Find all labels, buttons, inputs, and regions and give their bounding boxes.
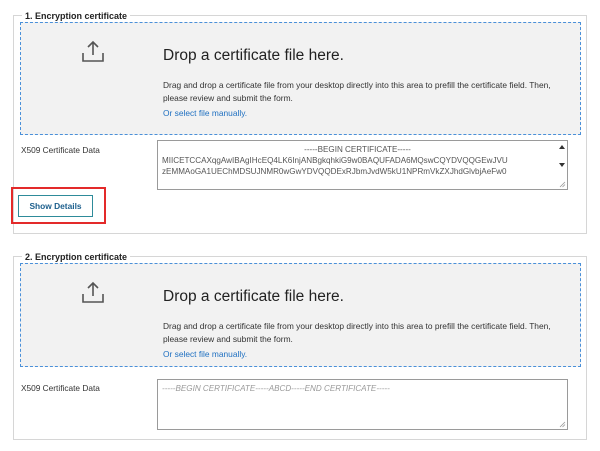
- certificate-dropzone-2[interactable]: Drop a certificate file here. Drag and d…: [20, 263, 581, 367]
- scroll-down-arrow-icon[interactable]: [559, 163, 565, 167]
- x509-certificate-textarea[interactable]: -----BEGIN CERTIFICATE----- MIICETCCAXqg…: [157, 140, 568, 190]
- upload-icon: [82, 281, 104, 303]
- dropzone-description: Drag and drop a certificate file from yo…: [163, 80, 551, 103]
- encryption-certificate-section-2: 2. Encryption certificate Drop a certifi…: [13, 251, 587, 440]
- resize-grip-icon[interactable]: [559, 181, 566, 188]
- resize-grip-icon[interactable]: [559, 421, 566, 428]
- cert-line: -----BEGIN CERTIFICATE-----: [304, 145, 411, 154]
- dropzone-description: Drag and drop a certificate file from yo…: [163, 321, 551, 344]
- upload-icon: [82, 40, 104, 62]
- dropzone-heading: Drop a certificate file here.: [163, 288, 344, 305]
- select-file-link[interactable]: Or select file manually.: [163, 108, 247, 118]
- section-1-title: 1. Encryption certificate: [22, 10, 131, 22]
- cert-line: MIICETCCAXqgAwIBAgIHcEQ4LK6InjANBgkqhkiG…: [162, 156, 508, 165]
- dropzone-heading: Drop a certificate file here.: [163, 47, 344, 64]
- section-2-title: 2. Encryption certificate: [22, 251, 131, 263]
- select-file-link[interactable]: Or select file manually.: [163, 349, 247, 359]
- x509-field-label: X509 Certificate Data: [21, 383, 100, 393]
- cert-line: zEMMAoGA1UEChMDSUJNMR0wGwYDVQQDExRJbmJvd…: [162, 167, 507, 176]
- show-details-button[interactable]: Show Details: [18, 195, 93, 217]
- x509-field-label: X509 Certificate Data: [21, 145, 100, 155]
- scroll-up-arrow-icon[interactable]: [559, 145, 565, 149]
- cert-placeholder: -----BEGIN CERTIFICATE-----ABCD-----END …: [162, 384, 390, 393]
- certificate-dropzone-1[interactable]: Drop a certificate file here. Drag and d…: [20, 22, 581, 135]
- x509-certificate-textarea[interactable]: -----BEGIN CERTIFICATE-----ABCD-----END …: [157, 379, 568, 430]
